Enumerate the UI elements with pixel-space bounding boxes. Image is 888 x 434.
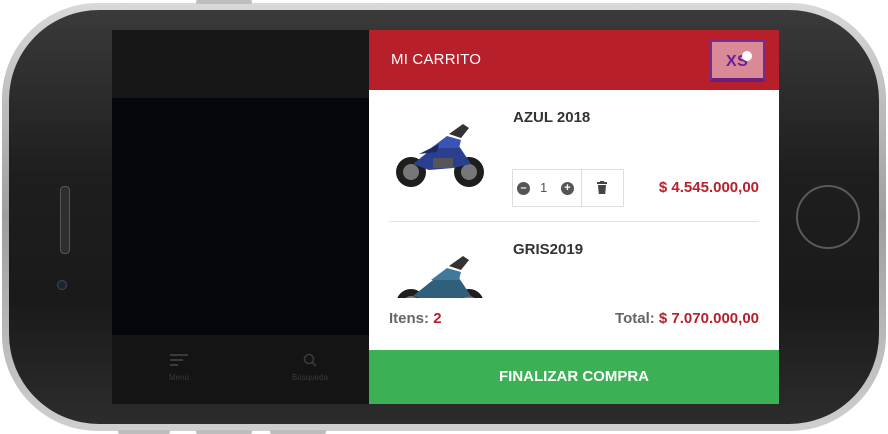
items-count-label: Itens: (389, 310, 430, 327)
items-count: Itens: 2 (389, 310, 442, 327)
badge-dot-icon (742, 51, 752, 61)
cart-summary: Itens: 2 Total: $ 7.070.000,00 (369, 298, 779, 350)
nav-item-label: Búsqueda (291, 373, 329, 382)
plus-icon[interactable]: + (561, 182, 574, 195)
quantity-value: 1 (540, 180, 548, 195)
items-count-value: 2 (433, 310, 442, 327)
trash-icon[interactable] (597, 181, 607, 194)
cart-items-list[interactable]: AZUL 2018 – 1 + $ 4.545.000,00 GRIS2019 (369, 90, 779, 298)
cart-item: AZUL 2018 – 1 + $ 4.545.000,00 (369, 90, 779, 222)
search-icon (303, 353, 317, 367)
item-name: GRIS2019 (513, 241, 584, 258)
total-label: Total: (615, 310, 655, 327)
nav-item-label: Menú (168, 373, 189, 382)
nav-item-search[interactable]: Búsqueda (275, 353, 345, 382)
checkout-button[interactable]: FINALIZAR COMPRA (369, 350, 779, 404)
home-button[interactable] (796, 185, 860, 249)
bottom-nav: Menú Búsqueda (112, 335, 369, 404)
minus-icon[interactable]: – (517, 182, 530, 195)
quantity-stepper: – 1 + (512, 169, 624, 207)
cart-title: MI CARRITO (391, 51, 482, 68)
xs-badge[interactable]: XS (710, 40, 765, 82)
motorcycle-image (396, 124, 484, 187)
phone-camera (57, 280, 67, 290)
item-price: $ 4.545.000,00 (658, 179, 759, 196)
motorcycle-image (397, 256, 483, 298)
total-value: $ 7.070.000,00 (658, 310, 759, 327)
nav-item-menu[interactable]: Menú (144, 353, 214, 382)
cart-total: Total: $ 7.070.000,00 (615, 310, 759, 327)
phone-side-button (196, 0, 252, 4)
cart-header: MI CARRITO XS (369, 30, 779, 90)
app-content-overlay[interactable] (112, 98, 369, 335)
cart-panel: MI CARRITO XS AZUL 2018 – 1 + $ 4.545.00… (369, 30, 779, 404)
screen: Menú Búsqueda MI CARRITO XS AZUL 2018 – … (112, 30, 779, 404)
phone-speaker (60, 186, 70, 254)
item-name: AZUL 2018 (513, 109, 591, 126)
phone-side-button (196, 430, 252, 434)
stepper-divider (581, 170, 582, 206)
phone-side-button (270, 430, 326, 434)
app-header (112, 30, 369, 98)
cart-item: GRIS2019 (369, 222, 779, 298)
menu-icon (170, 354, 188, 366)
phone-side-button (118, 430, 170, 434)
